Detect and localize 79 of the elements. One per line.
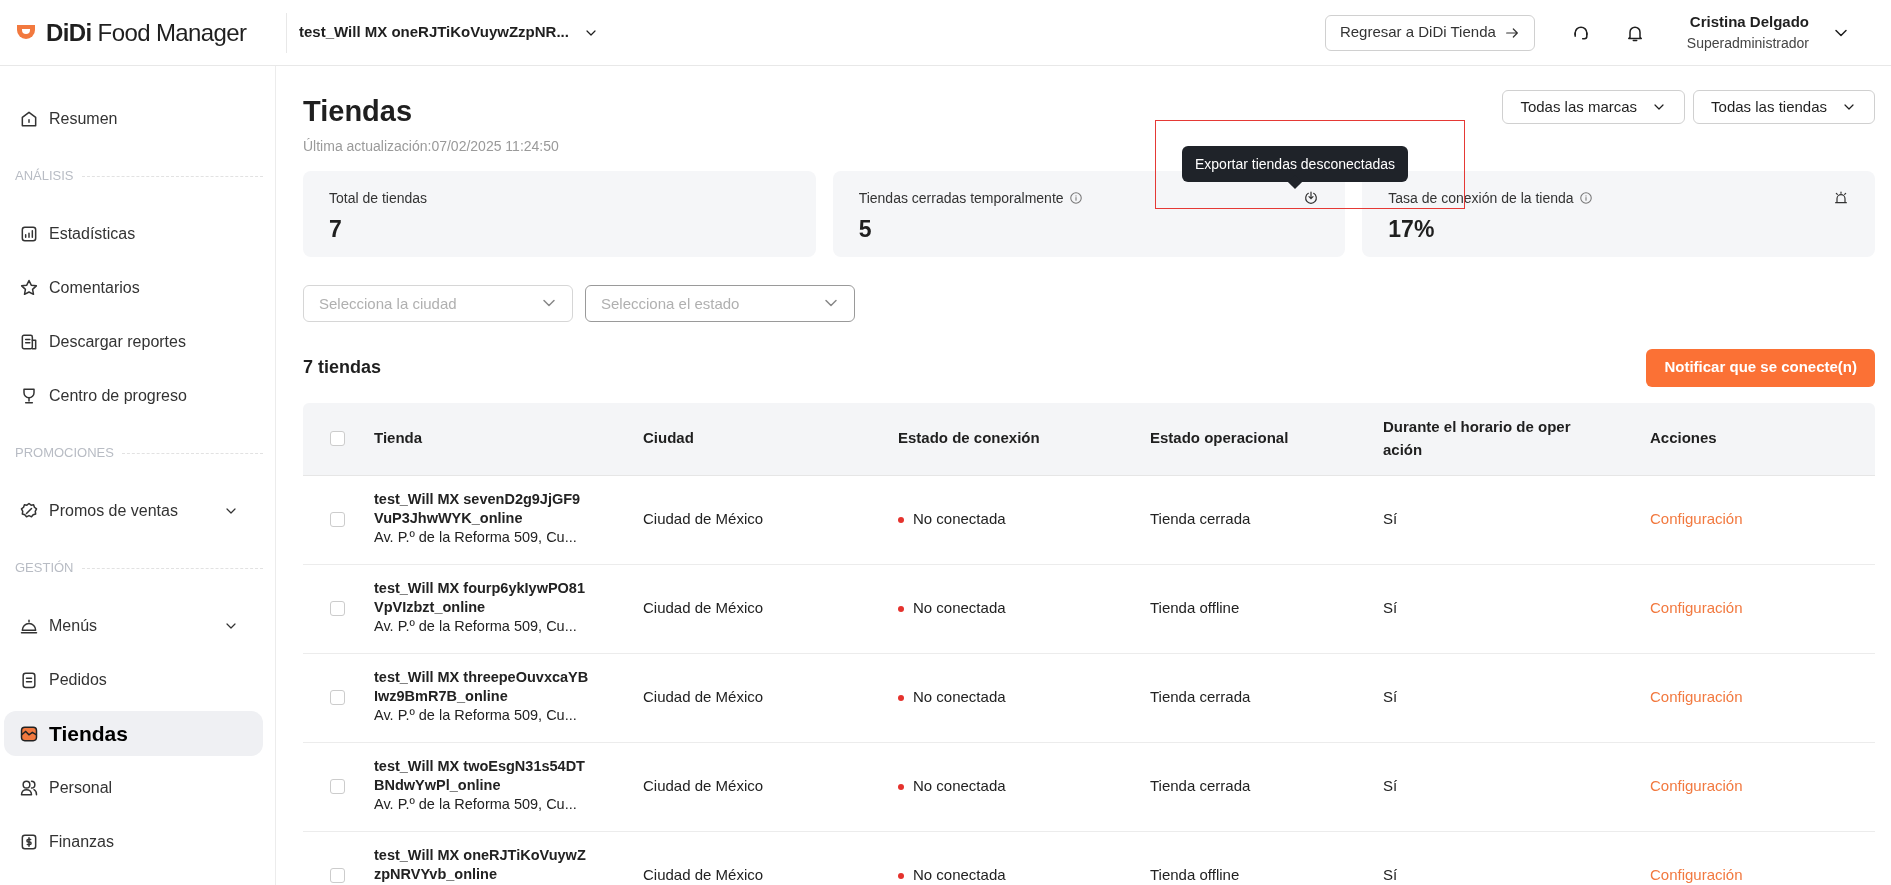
section-label: PROMOCIONES (15, 444, 114, 463)
checkbox[interactable] (330, 690, 345, 705)
store-address: Av. P.º de la Reforma 509, Cu... (374, 794, 578, 814)
sidebar-item[interactable]: Menús (4, 603, 263, 648)
table-cell: Ciudad de México (643, 510, 764, 528)
table-cell: Ciudad de México (643, 866, 764, 884)
sidebar-item[interactable]: Estadísticas (4, 211, 263, 256)
table-cell: Tienda cerrada (1150, 777, 1251, 795)
download-icon (1303, 190, 1320, 206)
table-cell: Sí (1383, 688, 1398, 706)
checkbox[interactable] (330, 431, 345, 446)
checkbox[interactable] (330, 512, 345, 527)
table-cell: Tienda cerrada (1150, 510, 1251, 528)
table-cell-text: No conectada (913, 509, 1006, 530)
column-header: Estado de conexión (898, 429, 1040, 447)
table-cell: Sí (1383, 510, 1398, 528)
store-address: Av. P.º de la Reforma 509, Cu... (374, 527, 578, 547)
stat-value: 5 (858, 214, 873, 244)
checkbox[interactable] (330, 779, 345, 794)
stat-value: 17% (1388, 214, 1436, 244)
sidebar-item[interactable]: Descargar reportes (4, 319, 263, 364)
sidebar-item[interactable]: Personal (4, 765, 263, 810)
store-name: test_Will MX threepeOuvxcaYB Iwz9BmR7B_online (374, 667, 590, 706)
table-cell: Sí (1383, 777, 1398, 795)
filter-dropdown[interactable]: Todas las tiendas (1693, 90, 1875, 124)
page-title: Tiendas (303, 94, 414, 129)
user-role: Superadministrador (1686, 34, 1809, 54)
sidebar-item[interactable]: Promos de ventas (4, 488, 263, 533)
column-header: Tienda (374, 429, 423, 447)
section-label: GESTIÓN (15, 559, 74, 578)
filter-dropdown[interactable]: Todas las marcas (1502, 90, 1686, 124)
stat-label: Total de tiendas (329, 188, 428, 208)
table-cell: Tienda offline (1150, 599, 1240, 617)
table-cell: Tienda cerrada (1150, 688, 1251, 706)
checkbox[interactable] (330, 601, 345, 616)
table-cell: Ciudad de México (643, 599, 764, 617)
store-name: test_Will MX oneRJTiKoVuywZ zpNRVYvb_online (374, 845, 587, 884)
info-icon (1578, 191, 1593, 205)
table-cell: Tienda offline (1150, 866, 1240, 884)
column-header: Ciudad (643, 429, 694, 447)
section-label: ANÁLISIS (15, 167, 74, 186)
stat-value: 7 (329, 214, 343, 244)
table-cell-text: No conectada (913, 687, 1006, 708)
stat-label: Tiendas cerradas temporalmente (858, 188, 1064, 208)
select-field[interactable]: Selecciona la ciudad (303, 284, 573, 322)
star-icon (19, 277, 39, 298)
back-to-store-button[interactable]: Regresar a DiDi Tienda (1324, 14, 1535, 51)
store-count: 7 tiendas (303, 356, 382, 379)
table-cell: Ciudad de México (643, 777, 764, 795)
sidebar-item[interactable]: Finanzas (4, 819, 263, 864)
checkbox[interactable] (330, 868, 345, 883)
store-name: test_Will MX fourp6ykIywPO81 VpVIzbzt_online (374, 578, 586, 617)
store-selector[interactable]: test_Will MX oneRJTiKoVuywZzpNR... (299, 21, 599, 44)
table-cell: Sí (1383, 599, 1398, 617)
discount-icon (19, 500, 39, 521)
brand-name: DiDi (46, 17, 92, 48)
column-header: Durante el horario de operación (1383, 417, 1572, 460)
store-address: Av. P.º de la Reforma 509, Cu... (374, 705, 578, 725)
store-name: test_Will MX sevenD2g9JjGF9 VuP3JhwWYK_online (374, 489, 582, 528)
select-field[interactable]: Selecciona el estado (585, 284, 855, 322)
sidebar-item[interactable]: Pedidos (4, 657, 263, 702)
alarm-icon (1833, 190, 1849, 206)
brand-subtitle: Food Manager (97, 17, 247, 48)
table-cell-text: No conectada (913, 598, 1006, 619)
column-header: Estado operacional (1150, 429, 1289, 447)
sidebar-item[interactable]: Comentarios (4, 265, 263, 310)
user-name: Cristina Delgado (1689, 11, 1809, 32)
sidebar-item[interactable]: Centro de progreso (4, 373, 263, 418)
last-update-text: Última actualización:07/02/2025 11:24:50 (303, 136, 559, 156)
store-address: Av. P.º de la Reforma 509, Cu... (374, 616, 578, 636)
table-cell: Sí (1383, 866, 1398, 884)
store-name: test_Will MX twoEsgN31s54DT BNdwYwPl_online (374, 756, 586, 795)
table-cell-text: No conectada (913, 776, 1006, 797)
sidebar-item[interactable]: Tiendas (4, 711, 263, 756)
table-cell-text: No conectada (913, 865, 1006, 885)
column-header: Acciones (1650, 429, 1717, 447)
info-icon (1068, 191, 1083, 205)
sidebar-item[interactable]: Resumen (4, 96, 263, 141)
table-cell: Ciudad de México (643, 688, 764, 706)
